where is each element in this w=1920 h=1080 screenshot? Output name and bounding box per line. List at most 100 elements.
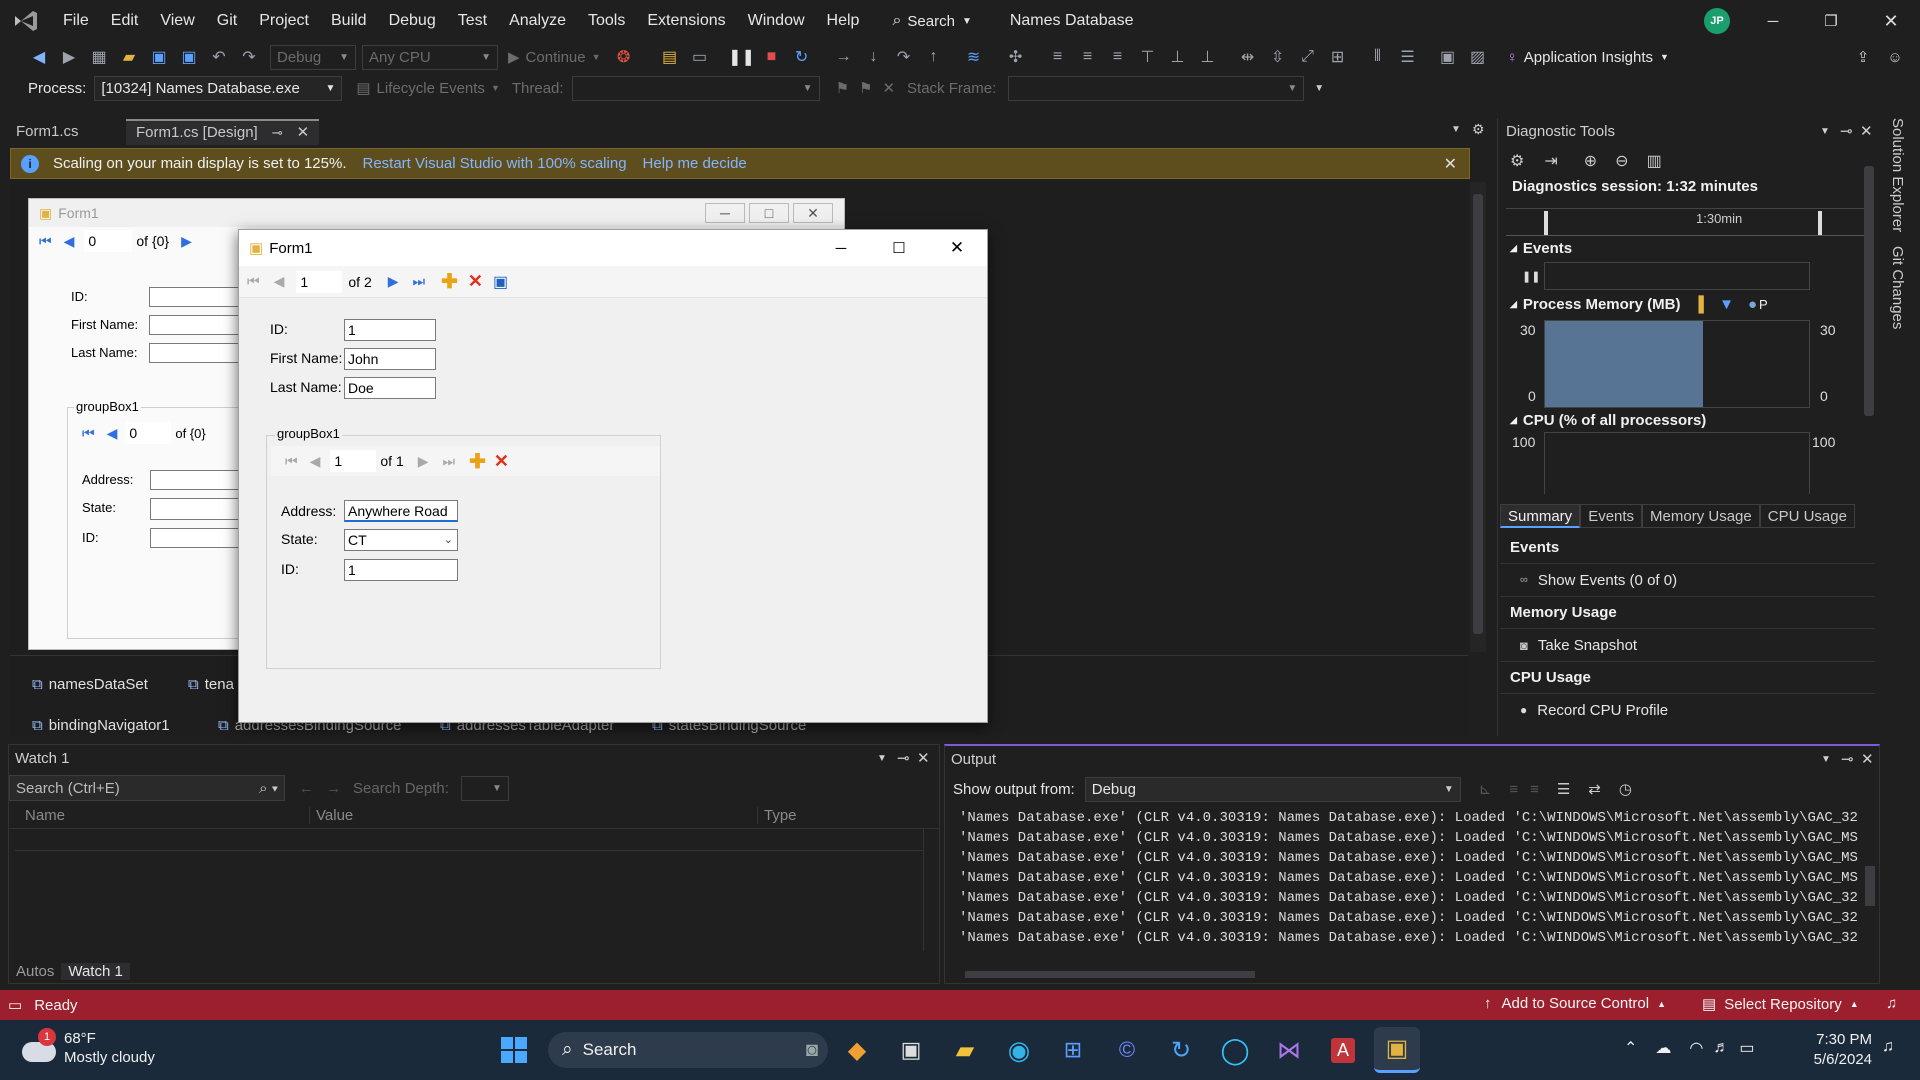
restart-scaling-link[interactable]: Restart Visual Studio with 100% scaling: [363, 155, 627, 172]
notifications-bell-icon[interactable]: ♫: [1886, 995, 1897, 1012]
task-view-icon[interactable]: ▣: [888, 1027, 934, 1073]
column-value[interactable]: Value: [309, 807, 757, 824]
visual-studio-logo-icon[interactable]: [0, 0, 52, 42]
delete-icon[interactable]: ✕: [468, 271, 483, 292]
align-bottom-icon[interactable]: ⊥: [1195, 44, 1221, 70]
move-previous-icon[interactable]: ◀: [310, 453, 321, 470]
move-previous-icon[interactable]: ◀: [274, 273, 285, 290]
lifecycle-events-dropdown[interactable]: Lifecycle Events: [377, 80, 485, 97]
stop-icon[interactable]: ■: [759, 44, 785, 70]
first-name-textbox[interactable]: John: [344, 348, 436, 370]
clear-all-icon[interactable]: ☰: [1557, 780, 1570, 798]
close-tab-icon[interactable]: ✕: [297, 120, 310, 146]
move-next-icon[interactable]: ▶: [388, 273, 399, 290]
save-all-icon[interactable]: ▣: [176, 44, 202, 70]
feedback-icon[interactable]: ☺: [1882, 44, 1908, 70]
layout-icon[interactable]: ▭: [687, 44, 713, 70]
group-position-textbox[interactable]: 1: [330, 450, 377, 472]
delete-icon[interactable]: ✕: [494, 451, 509, 472]
tab-list-dropdown-icon[interactable]: ▼: [1451, 124, 1461, 135]
restart-icon[interactable]: ↻: [789, 44, 815, 70]
help-me-decide-link[interactable]: Help me decide: [643, 155, 747, 172]
move-last-icon[interactable]: ⏭: [443, 453, 456, 470]
watch-scrollbar[interactable]: [923, 829, 937, 951]
events-track-header[interactable]: ◢ Events: [1510, 240, 1572, 257]
menu-extensions[interactable]: Extensions: [636, 0, 736, 42]
output-text[interactable]: 'Names Database.exe' (CLR v4.0.30319: Na…: [959, 808, 1859, 948]
volume-muted-icon[interactable]: ♬: [1713, 1039, 1729, 1057]
toolbar-icon-1[interactable]: ✣: [1003, 44, 1029, 70]
cortana-icon[interactable]: ◯: [1212, 1027, 1258, 1073]
menu-tools[interactable]: Tools: [577, 0, 636, 42]
close-icon[interactable]: ✕: [1444, 154, 1457, 174]
bring-to-front-icon[interactable]: ▣: [1435, 44, 1461, 70]
visual-studio-app-icon[interactable]: ⋈: [1266, 1027, 1312, 1073]
copilot-app-icon[interactable]: ◆: [834, 1027, 880, 1073]
runtime-minimize-button[interactable]: ─: [813, 230, 869, 266]
tab-watch1[interactable]: Watch 1: [61, 962, 130, 980]
scrollbar-thumb[interactable]: [965, 971, 1255, 978]
id-textbox[interactable]: 1: [344, 319, 436, 341]
redo-icon[interactable]: ↷: [236, 44, 262, 70]
move-first-icon[interactable]: ⏮: [285, 453, 298, 470]
size-to-grid-icon[interactable]: ⊞: [1325, 44, 1351, 70]
thread-dropdown[interactable]: ▼: [571, 75, 820, 101]
runtime-close-button[interactable]: ✕: [929, 230, 985, 266]
runtime-maximize-button[interactable]: ☐: [871, 230, 927, 266]
add-new-icon[interactable]: ✚: [469, 449, 486, 474]
tab-memory-usage[interactable]: Memory Usage: [1642, 504, 1760, 528]
file-explorer-icon[interactable]: ▰: [942, 1027, 988, 1073]
window-menu-icon[interactable]: ▼: [1820, 118, 1830, 146]
settings-gear-icon[interactable]: ⚙: [1510, 151, 1524, 171]
tray-item-tena[interactable]: ⧉ tena: [188, 676, 234, 693]
menu-window[interactable]: Window: [737, 0, 816, 42]
designer-vertical-scrollbar[interactable]: [1470, 182, 1486, 652]
save-icon[interactable]: ▣: [146, 44, 172, 70]
step-into-icon[interactable]: ↓: [861, 44, 887, 70]
scrollbar-thumb[interactable]: [1865, 866, 1875, 906]
close-icon[interactable]: ✕: [1861, 746, 1874, 774]
pin-icon[interactable]: ⊸: [897, 745, 910, 773]
search-depth-dropdown[interactable]: ▼: [460, 775, 509, 801]
restore-button[interactable]: ❐: [1812, 0, 1850, 42]
horizontal-spacing-icon[interactable]: ⫴: [1365, 44, 1391, 70]
zoom-in-icon[interactable]: ⊕: [1584, 151, 1597, 171]
tray-item-bindingnavigator1[interactable]: ⧉ bindingNavigator1: [32, 717, 170, 734]
pause-icon[interactable]: ❚❚: [1522, 270, 1540, 283]
chevron-up-icon[interactable]: ⌃: [1624, 1038, 1637, 1058]
user-avatar[interactable]: JP: [1704, 8, 1730, 34]
memory-track-header[interactable]: ◢ Process Memory (MB) ▌ ▼ ● P: [1510, 296, 1768, 313]
pin-icon[interactable]: ⊸: [1840, 118, 1853, 146]
select-repository-button[interactable]: ▤ Select Repository ▲: [1702, 995, 1859, 1014]
output-source-dropdown[interactable]: Debug ▼: [1084, 776, 1461, 802]
tray-item-namesdataset[interactable]: ⧉ namesDataSet: [32, 676, 148, 693]
previous-message-icon[interactable]: ≡: [1509, 781, 1518, 798]
onedrive-cloud-icon[interactable]: ☁: [1655, 1038, 1671, 1058]
timestamp-icon[interactable]: ◷: [1619, 780, 1632, 798]
send-to-back-icon[interactable]: ▨: [1465, 44, 1491, 70]
window-menu-icon[interactable]: ▼: [877, 745, 887, 773]
runtime-form1-window[interactable]: ▣ Form1 ─ ☐ ✕ ⏮ ◀ 1 of 2 ▶ ⏭ ✚ ✕ ▣ ID: 1…: [238, 229, 988, 723]
add-to-source-control-button[interactable]: ↑ Add to Source Control ▲: [1484, 995, 1666, 1012]
vertical-spacing-icon[interactable]: ☰: [1395, 44, 1421, 70]
find-message-icon[interactable]: ⊾: [1479, 780, 1492, 798]
tab-cpu-usage[interactable]: CPU Usage: [1759, 504, 1855, 528]
reset-view-icon[interactable]: ▥: [1647, 151, 1662, 171]
next-message-icon[interactable]: ≡: [1530, 781, 1539, 798]
diagnostics-icon[interactable]: ≋: [961, 44, 987, 70]
make-same-width-icon[interactable]: ⇹: [1235, 44, 1261, 70]
minimize-button[interactable]: ─: [1754, 0, 1792, 42]
platform-dropdown[interactable]: Any CPU ▼: [362, 44, 498, 70]
output-vertical-scrollbar[interactable]: [1863, 806, 1877, 956]
menu-project[interactable]: Project: [248, 0, 320, 42]
weather-widget[interactable]: 1 68°F Mostly cloudy: [20, 1028, 155, 1068]
tab-form1-cs[interactable]: Form1.cs: [6, 119, 126, 145]
new-project-icon[interactable]: ▦: [86, 44, 112, 70]
side-tab-solution-explorer[interactable]: Solution Explorer: [1884, 118, 1914, 238]
configuration-dropdown[interactable]: Debug ▼: [270, 44, 356, 70]
process-dropdown[interactable]: [10324] Names Database.exe ▼: [94, 75, 343, 101]
hot-reload-icon[interactable]: ❂: [611, 44, 637, 70]
align-left-icon[interactable]: ≡: [1045, 44, 1071, 70]
menu-test[interactable]: Test: [447, 0, 498, 42]
close-icon[interactable]: ✕: [917, 745, 930, 773]
